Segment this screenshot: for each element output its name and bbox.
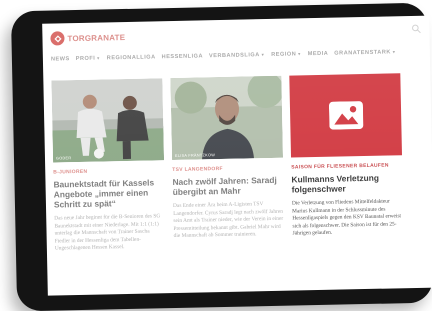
article-headline[interactable]: Kullmanns Verletzung folgenschwer — [291, 172, 402, 195]
nav-item-regionalliga[interactable]: REGIONALLIGA — [107, 54, 156, 61]
site-logo[interactable]: TORGRANATE — [50, 29, 125, 47]
nav-item-granatenstark[interactable]: GRANATENSTARK▼ — [334, 49, 396, 56]
image-credit: GODER — [55, 156, 72, 161]
main-nav: NEWS PROFI▼ REGIONALLIGA HESSENLIGA VERB… — [51, 49, 424, 63]
article-image-soccer-players[interactable]: GODER — [51, 78, 165, 163]
article-teaser: Die Verletzung von Fliedens Mittelfeldak… — [291, 198, 402, 237]
chevron-down-icon: ▼ — [297, 51, 302, 57]
logo-text: TORGRANATE — [67, 32, 126, 43]
image-placeholder[interactable] — [289, 73, 403, 158]
article-headline[interactable]: Nach zwölf Jahren: Saradj übergibt an Ma… — [172, 175, 283, 197]
chevron-down-icon: ▼ — [260, 52, 266, 58]
article-card[interactable]: SAISON FÜR FLIESENER BELAUFEN Kullmanns … — [289, 73, 403, 238]
image-placeholder-icon — [328, 101, 363, 130]
article-image-coach-portrait[interactable]: ELISA FRÄNTZKOW — [170, 75, 284, 161]
article-kicker: SAISON FÜR FLIESENER BELAUFEN — [291, 162, 389, 171]
search-icon[interactable] — [411, 24, 421, 34]
article-kicker: TSV LANGENDORF — [172, 165, 223, 174]
logo-mark-icon — [50, 31, 65, 46]
article-teaser: Das neue Jahr beginnt für die B-Senioren… — [54, 213, 161, 252]
article-kicker: B-JUNIOREN — [53, 168, 88, 176]
nav-item-profi[interactable]: PROFI▼ — [76, 56, 101, 63]
article-teaser: Das Ende einer Ära beim A-Ligisten TSV L… — [172, 201, 284, 240]
tablet-device: TORGRANATE NEWS PROFI▼ REGIONALLIGA HESS… — [10, 2, 432, 311]
chevron-down-icon: ▼ — [391, 49, 397, 55]
image-credit: ELISA FRÄNTZKOW — [174, 153, 216, 158]
nav-item-media[interactable]: MEDIA — [308, 51, 329, 57]
article-card[interactable]: ELISA FRÄNTZKOW TSV LANGENDORF Nach zwöl… — [170, 75, 284, 241]
nav-item-verbandsliga[interactable]: VERBANDSLIGA▼ — [209, 52, 265, 59]
nav-item-region[interactable]: REGION▼ — [271, 51, 302, 58]
tablet-screen: TORGRANATE NEWS PROFI▼ REGIONALLIGA HESS… — [42, 15, 432, 296]
article-card[interactable]: GODER B-JUNIOREN Baunektstadt für Kassel… — [51, 78, 166, 253]
nav-item-news[interactable]: NEWS — [51, 56, 70, 62]
nav-item-hessenliga[interactable]: HESSENLIGA — [162, 53, 203, 60]
chevron-down-icon: ▼ — [96, 55, 101, 61]
article-headline[interactable]: Baunektstadt für Kassels Angebote „immer… — [53, 177, 165, 209]
